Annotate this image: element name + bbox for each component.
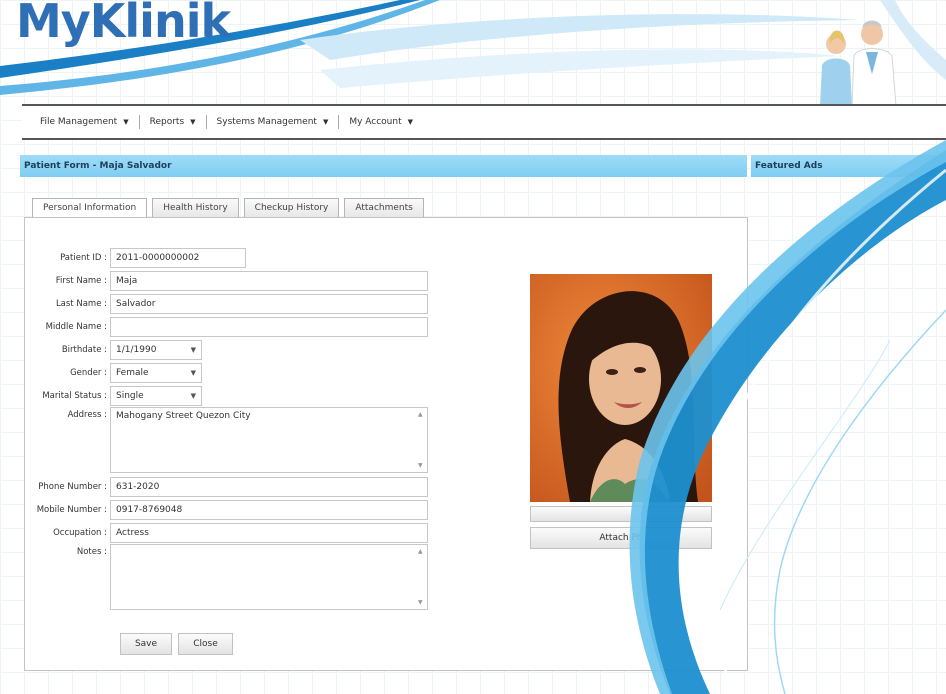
notes-textarea[interactable]: ▲ ▼ xyxy=(110,544,428,610)
phone-number-label: Phone Number xyxy=(30,482,110,492)
marital-status-row: Marital Status Single ▼ xyxy=(30,386,202,406)
menu-label: Reports xyxy=(149,117,185,127)
patient-id-label: Patient ID xyxy=(30,253,110,263)
header: MyKlinik xyxy=(0,0,946,106)
gender-value: Female xyxy=(116,368,149,378)
middle-name-field[interactable] xyxy=(110,317,428,337)
first-name-label: First Name xyxy=(30,276,110,286)
marital-status-value: Single xyxy=(116,391,144,401)
marital-status-label: Marital Status xyxy=(30,391,110,401)
close-button[interactable]: Close xyxy=(178,633,233,655)
mobile-number-row: Mobile Number 0917-8769048 xyxy=(30,500,428,520)
menu-file-management[interactable]: File Management ▼ xyxy=(34,117,135,127)
main-menubar: File Management ▼ Reports ▼ Systems Mana… xyxy=(22,104,946,140)
last-name-field[interactable]: Salvador xyxy=(110,294,428,314)
patient-id-row: Patient ID 2011-0000000002 xyxy=(30,248,246,268)
scroll-up-icon[interactable]: ▲ xyxy=(418,548,423,555)
phone-number-row: Phone Number 631-2020 xyxy=(30,477,428,497)
marital-status-select[interactable]: Single ▼ xyxy=(110,386,202,406)
menu-my-account[interactable]: My Account ▼ xyxy=(343,117,419,127)
middle-name-label: Middle Name xyxy=(30,322,110,332)
phone-number-field[interactable]: 631-2020 xyxy=(110,477,428,497)
birthdate-value: 1/1/1990 xyxy=(116,345,157,355)
occupation-label: Occupation xyxy=(30,528,110,538)
caret-down-icon[interactable]: ▼ xyxy=(191,346,196,354)
form-title-bar: Patient Form - Maja Salvador xyxy=(20,155,747,177)
address-textarea[interactable]: Mahogany Street Quezon City ▲ ▼ xyxy=(110,407,428,473)
first-name-field[interactable]: Maja xyxy=(110,271,428,291)
menu-separator xyxy=(338,115,340,129)
save-button[interactable]: Save xyxy=(120,633,172,655)
scroll-down-icon[interactable]: ▼ xyxy=(418,599,423,606)
middle-name-row: Middle Name xyxy=(30,317,428,337)
last-name-label: Last Name xyxy=(30,299,110,309)
menu-reports[interactable]: Reports ▼ xyxy=(144,117,202,127)
menu-label: Systems Management xyxy=(216,117,317,127)
birthdate-label: Birthdate xyxy=(30,345,110,355)
menu-label: My Account xyxy=(349,117,402,127)
caret-down-icon[interactable]: ▼ xyxy=(191,392,196,400)
notes-scrollbar[interactable]: ▲ ▼ xyxy=(417,546,426,608)
tab-checkup-history[interactable]: Checkup History xyxy=(243,198,340,218)
notes-label: Notes xyxy=(30,544,110,557)
last-name-row: Last Name Salvador xyxy=(30,294,428,314)
menu-systems-management[interactable]: Systems Management ▼ xyxy=(211,117,335,127)
patient-id-field[interactable]: 2011-0000000002 xyxy=(110,248,246,268)
caret-down-icon[interactable]: ▼ xyxy=(191,369,196,377)
address-scrollbar[interactable]: ▲ ▼ xyxy=(417,409,426,471)
tab-personal-information[interactable]: Personal Information xyxy=(32,198,148,219)
browse-photo-button[interactable] xyxy=(530,506,712,522)
attach-photo-button[interactable]: Attach Ph xyxy=(530,527,712,549)
tab-health-history[interactable]: Health History xyxy=(152,198,239,218)
menu-separator xyxy=(138,115,140,129)
birthdate-row: Birthdate 1/1/1990 ▼ xyxy=(30,340,202,360)
caret-down-icon: ▼ xyxy=(190,118,196,126)
occupation-row: Occupation Actress xyxy=(30,523,428,543)
patient-tabs: Personal Information Health History Chec… xyxy=(32,198,429,219)
birthdate-picker[interactable]: 1/1/1990 ▼ xyxy=(110,340,202,360)
mobile-number-label: Mobile Number xyxy=(30,505,110,515)
address-label: Address xyxy=(30,407,110,420)
address-value: Mahogany Street Quezon City xyxy=(116,411,251,421)
notes-row: Notes ▲ ▼ xyxy=(30,544,428,610)
scroll-down-icon[interactable]: ▼ xyxy=(418,462,423,469)
menu-separator xyxy=(205,115,207,129)
mobile-number-field[interactable]: 0917-8769048 xyxy=(110,500,428,520)
patient-photo xyxy=(530,274,712,502)
tab-attachments[interactable]: Attachments xyxy=(344,198,424,218)
caret-down-icon: ▼ xyxy=(407,118,414,126)
caret-down-icon: ▼ xyxy=(123,118,129,126)
gender-row: Gender Female ▼ xyxy=(30,363,202,383)
caret-down-icon: ▼ xyxy=(322,118,329,126)
doctors-image xyxy=(820,20,897,106)
app-logo: MyKlinik xyxy=(16,0,231,48)
first-name-row: First Name Maja xyxy=(30,271,428,291)
gender-label: Gender xyxy=(30,368,110,378)
featured-ads-title-bar: Featured Ads xyxy=(751,155,937,177)
occupation-field[interactable]: Actress xyxy=(110,523,428,543)
scroll-up-icon[interactable]: ▲ xyxy=(418,411,423,418)
gender-select[interactable]: Female ▼ xyxy=(110,363,202,383)
menu-label: File Management xyxy=(40,117,118,127)
address-row: Address Mahogany Street Quezon City ▲ ▼ xyxy=(30,407,428,473)
